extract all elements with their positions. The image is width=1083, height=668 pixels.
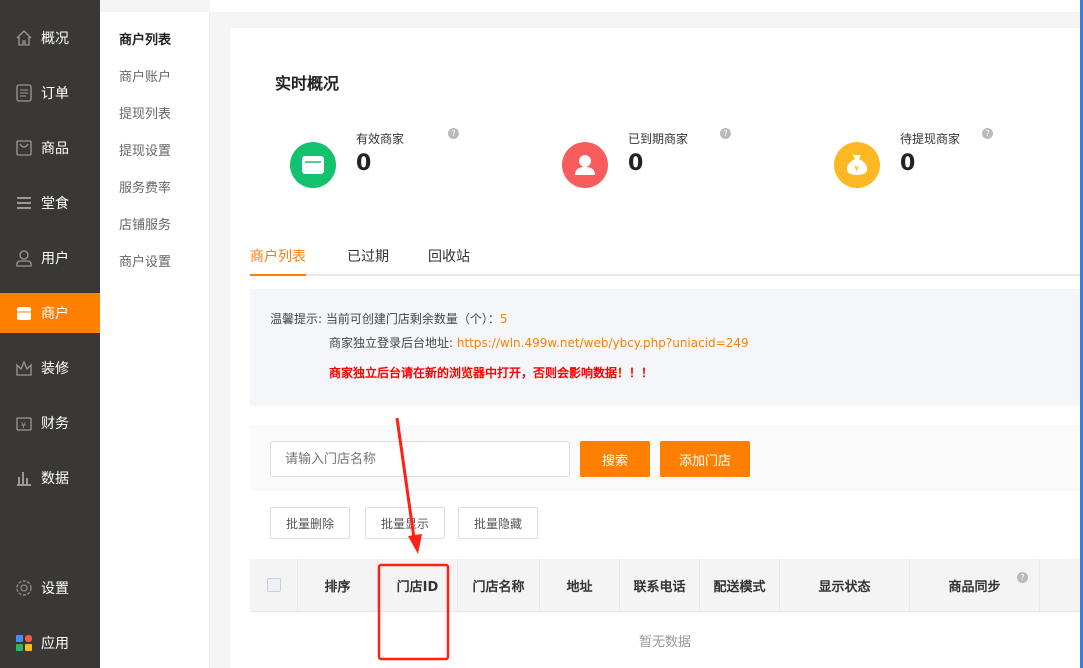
- annotation-box: [377, 563, 450, 661]
- annotation-overlay: [377, 417, 450, 661]
- annotation-arrowhead: [408, 534, 422, 554]
- annotation-arrow: [395, 417, 416, 539]
